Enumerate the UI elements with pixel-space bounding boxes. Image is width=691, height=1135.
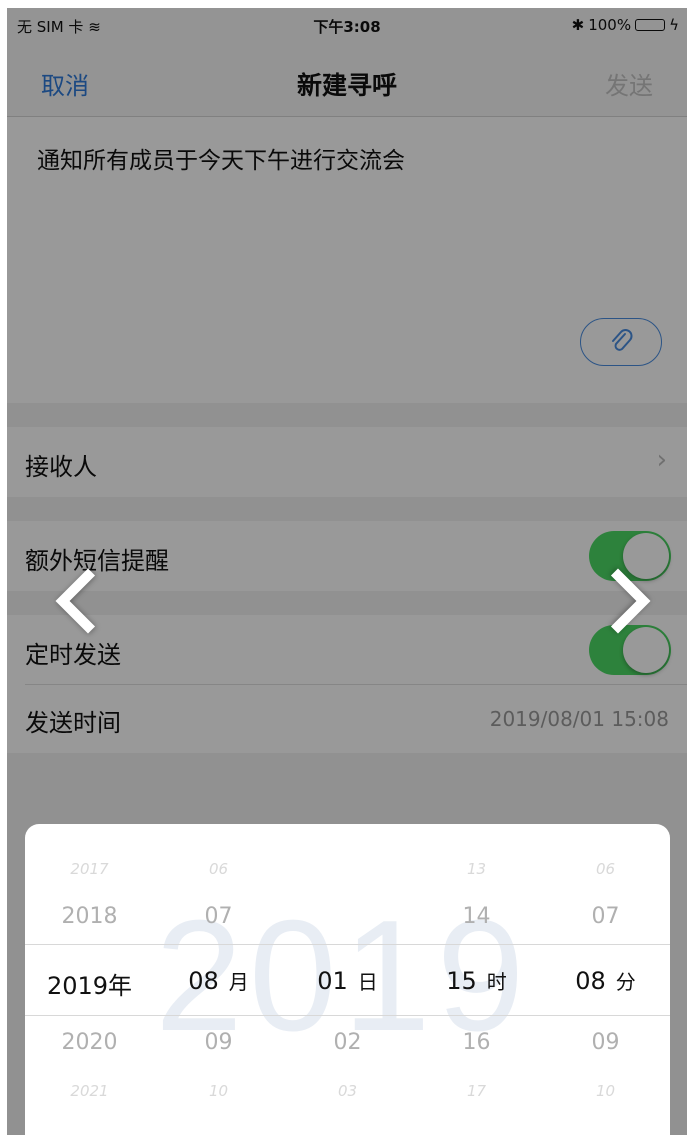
minute-unit: 分 (615, 970, 636, 994)
picker-option[interactable]: 10 (154, 1082, 283, 1100)
picker-option[interactable]: 2017 (25, 860, 154, 878)
hour-unit: 时 (486, 970, 507, 994)
picker-option[interactable]: 2018 (25, 904, 154, 929)
year-column[interactable]: 2017 2018 2019年 2020 2021 (25, 824, 154, 1135)
picker-option[interactable]: 06 (154, 860, 283, 878)
year-unit: 年 (108, 972, 133, 1000)
minute-column[interactable]: 06 07 08 分 09 10 (541, 824, 670, 1135)
picker-option[interactable]: 14 (412, 904, 541, 929)
picker-selected[interactable]: 08 月 (154, 966, 283, 995)
picker-option[interactable]: 06 (541, 860, 670, 878)
picker-option[interactable]: 09 (154, 1030, 283, 1055)
picker-selected[interactable]: 15 时 (412, 966, 541, 995)
picker-selected[interactable]: 01 日 (283, 966, 412, 995)
picker-option[interactable]: 16 (412, 1030, 541, 1055)
picker-option[interactable]: 13 (412, 860, 541, 878)
date-time-picker: 2019 2017 2018 2019年 2020 2021 06 07 08 月… (25, 824, 670, 1135)
picker-option[interactable]: 02 (283, 1030, 412, 1055)
picker-selected[interactable]: 08 分 (541, 966, 670, 995)
picker-option[interactable]: 07 (154, 904, 283, 929)
picker-option[interactable]: 10 (541, 1082, 670, 1100)
picker-option[interactable]: 2020 (25, 1030, 154, 1055)
picker-option[interactable]: 07 (541, 904, 670, 929)
selected-day: 01 (317, 967, 348, 995)
picker-option[interactable]: 17 (412, 1082, 541, 1100)
phone-screen: 无 SIM 卡 ≋ 下午3:08 ✱ 100% ϟ 取消 新建寻呼 发送 通知所… (7, 8, 687, 1135)
selected-minute: 08 (575, 967, 606, 995)
picker-option[interactable]: 03 (283, 1082, 412, 1100)
picker-selected[interactable]: 2019年 (25, 966, 154, 1001)
selected-month: 08 (188, 967, 219, 995)
day-unit: 日 (357, 970, 378, 994)
selected-hour: 15 (446, 967, 477, 995)
day-column[interactable]: 01 日 02 03 (283, 824, 412, 1135)
month-column[interactable]: 06 07 08 月 09 10 (154, 824, 283, 1135)
month-unit: 月 (228, 970, 249, 994)
hour-column[interactable]: 13 14 15 时 16 17 (412, 824, 541, 1135)
picker-option[interactable]: 09 (541, 1030, 670, 1055)
picker-option[interactable]: 2021 (25, 1082, 154, 1100)
selected-year: 2019 (46, 972, 109, 1000)
